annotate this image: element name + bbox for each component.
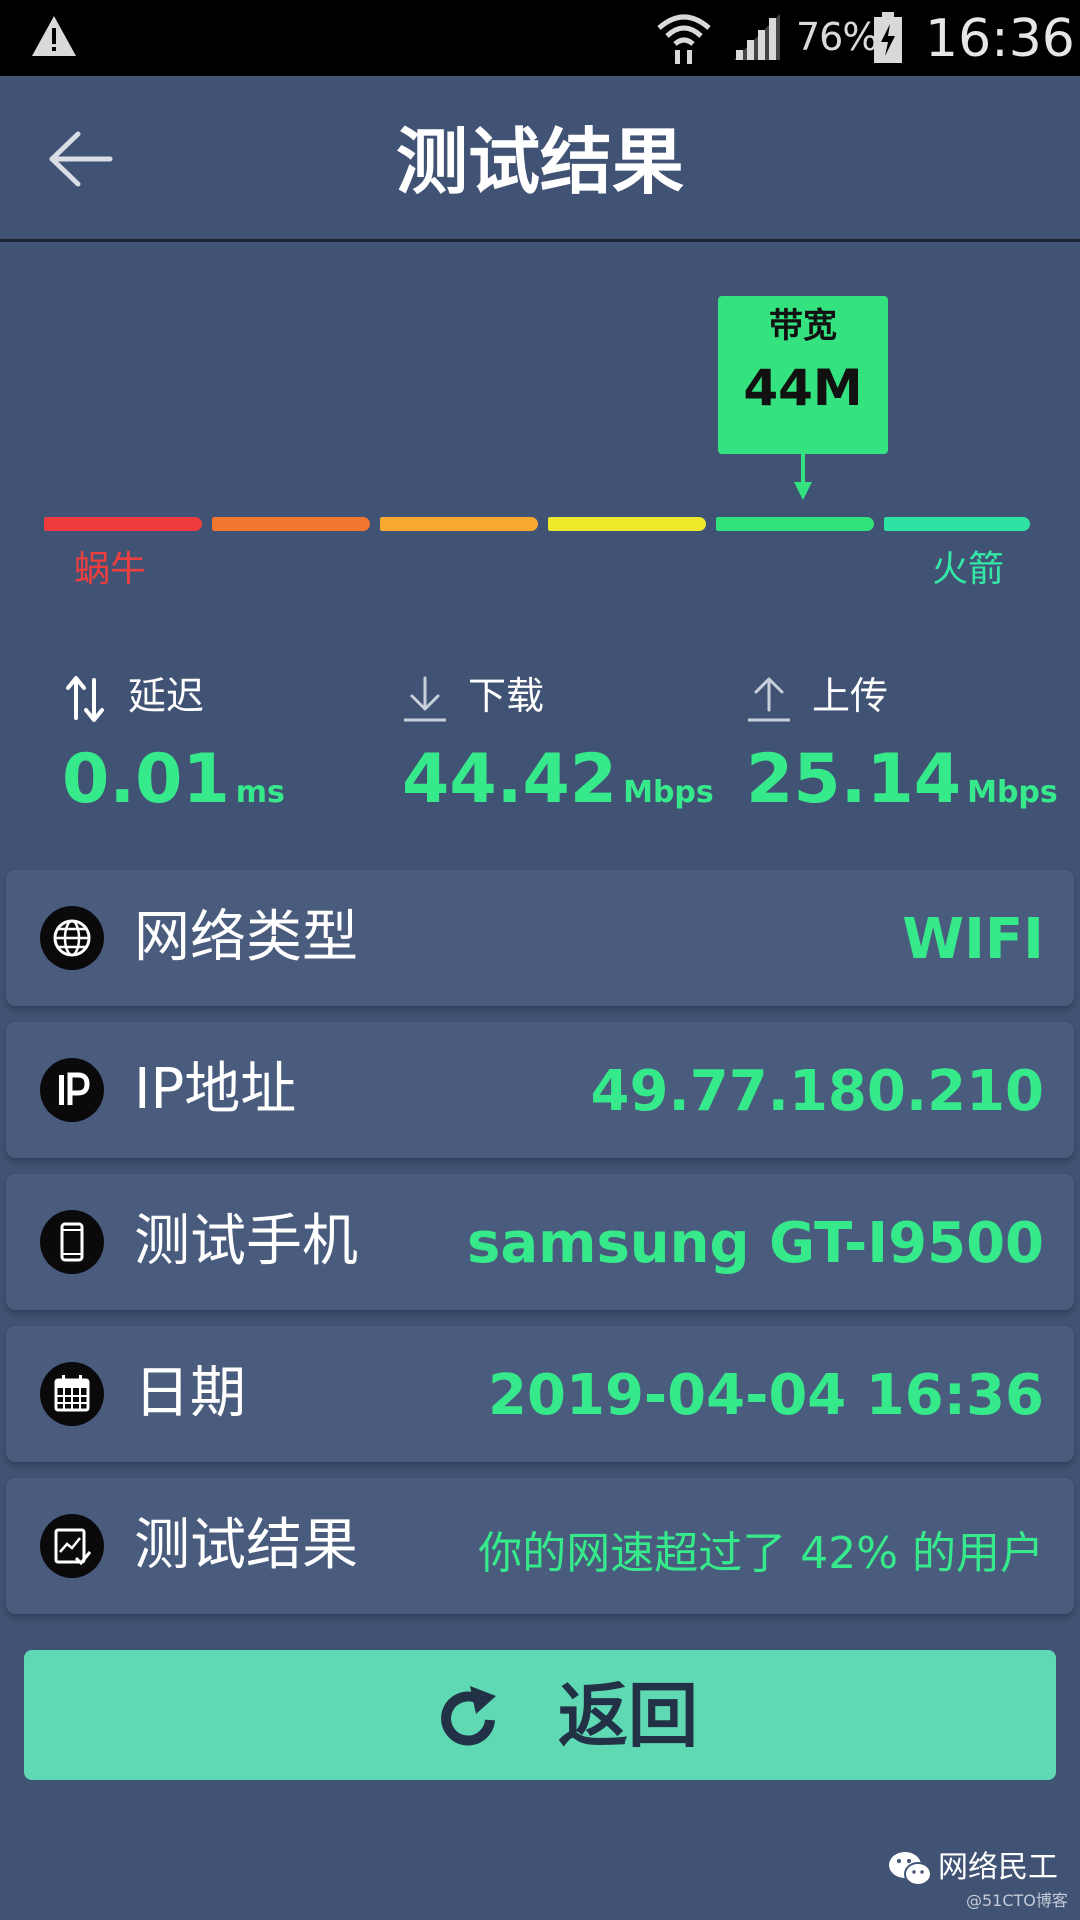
gauge-segment-6 — [884, 517, 1030, 531]
wifi-icon — [657, 14, 711, 64]
bandwidth-pointer-icon — [794, 454, 812, 500]
upload-unit: Mbps — [967, 775, 1058, 810]
gauge-segment-1 — [44, 517, 202, 531]
device-row: 测试手机 samsung GT-I9500 — [6, 1174, 1074, 1310]
latency-value: 0.01 ms — [62, 740, 285, 833]
download-icon — [404, 676, 446, 722]
upload-value: 25.14 Mbps — [746, 740, 1058, 833]
battery-percent: 76% — [796, 15, 878, 59]
ip-address-row: IP地址 49.77.180.210 — [6, 1022, 1074, 1158]
upload-icon — [748, 677, 790, 722]
gauge-segment-3 — [380, 517, 538, 531]
ip-address-label: IP地址 — [134, 1057, 297, 1122]
bandwidth-label: 带宽 — [769, 306, 837, 346]
result-value: 你的网速超过了 42% 的用户 — [478, 1528, 1044, 1579]
gauge-segment-5 — [716, 517, 874, 531]
status-bar: 76% 16:36 — [0, 0, 1080, 76]
network-type-label: 网络类型 — [134, 905, 358, 970]
download-unit: Mbps — [623, 775, 714, 810]
warning-icon — [32, 16, 76, 56]
gauge-max-label: 火箭 — [932, 549, 1005, 590]
globe-icon — [40, 906, 104, 970]
network-type-value: WIFI — [902, 907, 1044, 972]
upload-label: 上传 — [812, 674, 889, 718]
latency-unit: ms — [235, 775, 285, 810]
wechat-logo-icon — [889, 1852, 932, 1886]
clock: 16:36 — [925, 9, 1075, 69]
latency-metric: 延迟 0.01 ms — [62, 668, 402, 828]
gauge-segment-4 — [548, 517, 706, 531]
result-row: 测试结果 你的网速超过了 42% 的用户 — [6, 1478, 1074, 1614]
bandwidth-value: 44M — [743, 359, 863, 417]
watermark-site: @51CTO博客 — [966, 1891, 1068, 1910]
date-label: 日期 — [134, 1361, 246, 1426]
gauge-min-label: 蜗牛 — [74, 549, 147, 590]
date-value: 2019-04-04 16:36 — [488, 1363, 1044, 1428]
refresh-icon — [441, 1686, 496, 1746]
watermark-brand: 网络民工 — [938, 1850, 1058, 1885]
chart-icon — [40, 1514, 104, 1578]
app-bar: 测试结果 — [0, 76, 1080, 242]
device-value: samsung GT-I9500 — [466, 1211, 1044, 1276]
calendar-icon — [40, 1362, 104, 1426]
gauge-segment-2 — [212, 517, 370, 531]
bandwidth-callout: 带宽 44M — [718, 296, 888, 454]
upload-metric: 上传 25.14 Mbps — [746, 668, 1080, 828]
battery-charging-icon — [874, 12, 902, 63]
date-row: 日期 2019-04-04 16:36 — [6, 1326, 1074, 1462]
upload-number: 25.14 — [746, 740, 962, 819]
page-title: 测试结果 — [395, 120, 684, 204]
result-label: 测试结果 — [134, 1513, 358, 1578]
download-value: 44.42 Mbps — [402, 740, 714, 833]
device-label: 测试手机 — [134, 1209, 358, 1274]
latency-number: 0.01 — [62, 740, 230, 819]
return-label: 返回 — [558, 1675, 698, 1757]
latency-icon — [66, 676, 104, 722]
speed-gauge — [44, 514, 1034, 536]
signal-icon — [734, 14, 780, 60]
network-type-row: 网络类型 WIFI — [6, 870, 1074, 1006]
download-label: 下载 — [468, 674, 545, 718]
phone-icon — [40, 1210, 104, 1274]
download-metric: 下载 44.42 Mbps — [402, 668, 742, 828]
latency-label: 延迟 — [128, 674, 205, 718]
ip-icon — [40, 1058, 104, 1122]
download-number: 44.42 — [402, 740, 618, 819]
return-button[interactable]: 返回 — [24, 1650, 1056, 1780]
ip-address-value: 49.77.180.210 — [590, 1059, 1044, 1124]
